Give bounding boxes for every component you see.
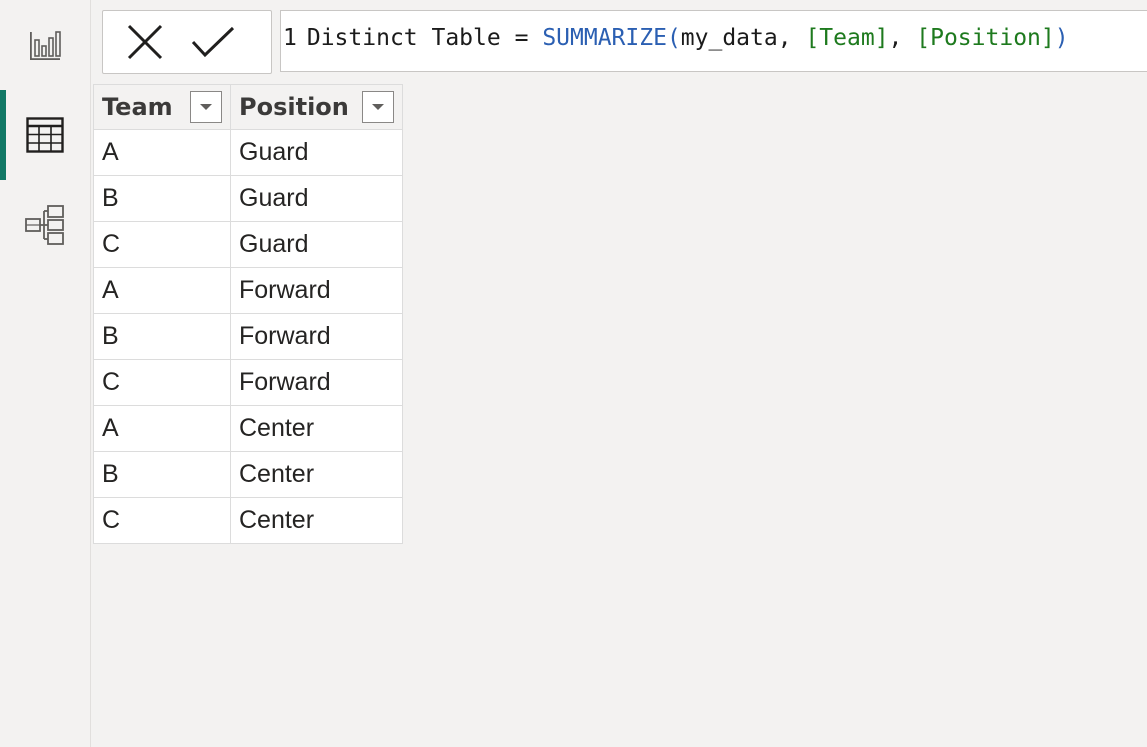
team-cell[interactable]: A [93,405,231,452]
position-cell[interactable]: Forward [230,359,403,406]
team-cell[interactable]: C [93,359,231,406]
close-icon [127,24,163,60]
team-cell[interactable]: A [93,267,231,314]
formula-operator: = [514,25,529,51]
position-cell[interactable]: Center [230,497,403,544]
position-cell[interactable]: Guard [230,175,403,222]
app-window: 1 Distinct Table = SUMMARIZE(my_data, [Te… [0,0,1147,747]
position-cell[interactable]: Center [230,451,403,498]
team-cell[interactable]: B [93,451,231,498]
commit-button[interactable] [179,11,247,73]
table-row: C Guard [93,221,403,268]
team-cell[interactable]: B [93,175,231,222]
team-cell[interactable]: C [93,221,231,268]
table-row: C Forward [93,359,403,406]
report-view-icon [30,31,61,60]
model-view-icon [25,205,64,245]
data-table: Team Position A Guard B Guard C Guard A … [93,84,403,544]
checkmark-icon [191,26,235,58]
column-header-team[interactable]: Team [93,84,231,130]
cancel-button[interactable] [111,11,179,73]
formula-actions [102,10,272,74]
formula-line-number: 1 [283,25,297,51]
position-cell[interactable]: Guard [230,129,403,176]
formula-arg-team: [Team] [805,25,889,51]
column-header-label: Position [239,93,349,121]
table-view-button[interactable] [0,90,90,180]
column-header-position[interactable]: Position [230,84,403,130]
formula-arg-table: my_data [680,25,778,51]
model-view-button[interactable] [0,180,90,270]
table-view-icon [26,117,64,153]
position-cell[interactable]: Forward [230,313,403,360]
formula-separator: , [777,25,792,51]
team-filter-button[interactable] [190,91,222,123]
table-header-row: Team Position [93,84,403,130]
formula-separator: , [888,25,903,51]
table-row: A Center [93,405,403,452]
table-row: B Guard [93,175,403,222]
position-cell[interactable]: Guard [230,221,403,268]
report-view-button[interactable] [0,0,90,90]
position-cell[interactable]: Center [230,405,403,452]
chevron-down-icon [200,104,212,110]
team-cell[interactable]: C [93,497,231,544]
formula-table-name: Distinct Table [306,25,501,51]
table-row: B Center [93,451,403,498]
position-cell[interactable]: Forward [230,267,403,314]
position-filter-button[interactable] [362,91,394,123]
chevron-down-icon [372,104,384,110]
table-row: C Center [93,497,403,544]
table-row: A Guard [93,129,403,176]
team-cell[interactable]: B [93,313,231,360]
column-header-label: Team [102,93,173,121]
formula-open-paren: ( [666,25,681,51]
table-row: A Forward [93,267,403,314]
team-cell[interactable]: A [93,129,231,176]
formula-input[interactable]: 1 Distinct Table = SUMMARIZE(my_data, [Te… [280,10,1147,72]
formula-function: SUMMARIZE [542,25,667,51]
formula-arg-position: [Position] [916,25,1055,51]
view-rail [0,0,91,747]
table-row: B Forward [93,313,403,360]
formula-close-paren: ) [1054,25,1069,51]
